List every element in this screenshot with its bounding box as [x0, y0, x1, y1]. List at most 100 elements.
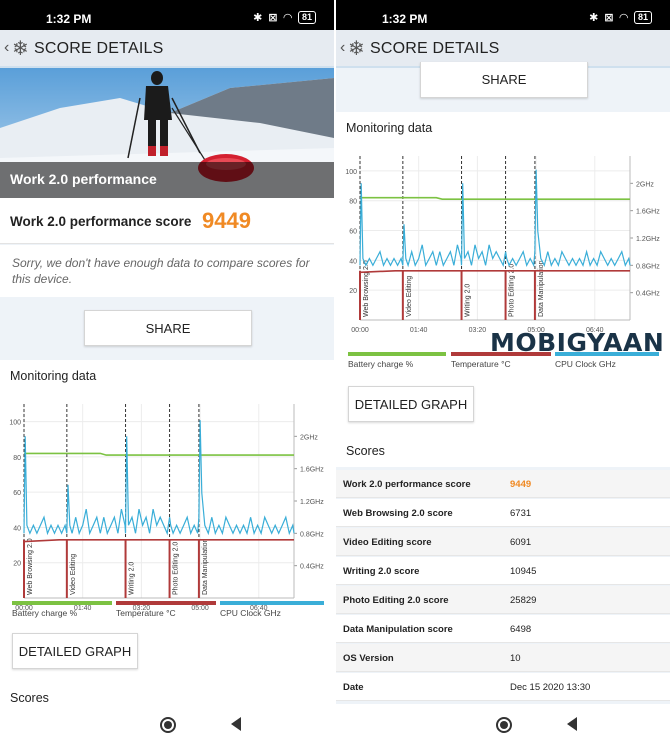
- comparison-notice: Sorry, we don't have enough data to comp…: [0, 245, 334, 297]
- score-row-label: Photo Editing 2.0 score: [343, 595, 449, 606]
- y-left-tick-label: 80: [13, 455, 21, 462]
- y-right-tick-label: 0.4GHz: [636, 291, 660, 298]
- y-left-tick-label: 100: [9, 420, 21, 427]
- comparison-notice-text: Sorry, we don't have enough data to comp…: [12, 256, 310, 286]
- series-line-battery: [360, 196, 630, 201]
- hero-banner: Work 2.0 performance: [0, 162, 334, 198]
- y-left-tick-label: 20: [13, 561, 21, 568]
- score-row-value: 10: [510, 653, 521, 664]
- detailed-graph-button[interactable]: DETAILED GRAPH: [12, 633, 138, 669]
- legend-battery-swatch: [12, 601, 112, 605]
- series-line-battery: [24, 452, 294, 456]
- score-row: Work 2.0 performance score 9449: [336, 470, 670, 498]
- back-icon[interactable]: [567, 717, 577, 731]
- score-row-value: 6498: [510, 624, 532, 635]
- share-button-label: SHARE: [145, 321, 191, 336]
- score-row-value: 9449: [510, 479, 532, 490]
- 3dmark-snowflake-icon[interactable]: ❄: [12, 36, 29, 61]
- share-button[interactable]: SHARE: [84, 310, 252, 346]
- monitoring-title: Monitoring data: [10, 369, 97, 383]
- battery-icon: 81: [297, 11, 316, 24]
- right-screen: 1:32 PM ✱ ⊠ ◠ 81 ‹ ❄ SCORE DETAILS SHARE…: [336, 0, 670, 744]
- score-row-value: 6731: [510, 508, 532, 519]
- legend-battery-swatch: [348, 352, 446, 356]
- app-bar: ‹ ❄ SCORE DETAILS: [0, 30, 334, 68]
- 3dmark-snowflake-icon[interactable]: ❄: [348, 36, 365, 61]
- back-chevron-icon[interactable]: ‹: [4, 39, 9, 57]
- back-chevron-icon[interactable]: ‹: [340, 39, 345, 57]
- page-title: SCORE DETAILS: [34, 40, 164, 57]
- score-row-label: Data Manipulation score: [343, 624, 453, 635]
- monitoring-title: Monitoring data: [346, 121, 433, 135]
- legend-temperature-label: Temperature °C: [116, 608, 176, 618]
- score-row-label: OS Version: [343, 653, 394, 664]
- mute-icon: ⊠: [268, 12, 278, 24]
- series-line-cpu: [23, 420, 295, 536]
- status-icons: ✱ ⊠ ◠ 81: [589, 11, 652, 24]
- status-bar: 1:32 PM ✱ ⊠ ◠ 81: [0, 0, 334, 30]
- hero-banner-title: Work 2.0 performance: [10, 171, 157, 187]
- score-row: Data Manipulation score 6498: [336, 615, 670, 643]
- score-row: Web Browsing 2.0 score 6731: [336, 499, 670, 527]
- back-icon[interactable]: [231, 717, 241, 731]
- scores-heading: Scores: [10, 691, 49, 705]
- watermark-logo: MOBIGYAAN: [490, 328, 665, 357]
- x-tick-label: 00:00: [351, 327, 369, 334]
- monitoring-card: Monitoring data 20 40 60 80 100 00:00 01:40 03:…: [0, 360, 334, 705]
- score-row-value: 6091: [510, 537, 532, 548]
- series-line-cpu: [359, 169, 631, 268]
- detailed-graph-label: DETAILED GRAPH: [354, 397, 468, 412]
- segment-label: Video Editing: [70, 554, 77, 595]
- y-left-tick-label: 40: [13, 525, 21, 532]
- legend-temperature-label: Temperature °C: [451, 359, 511, 369]
- status-time: 1:32 PM: [382, 12, 428, 26]
- bluetooth-icon: ✱: [253, 12, 263, 24]
- left-screen: 1:32 PM ✱ ⊠ ◠ 81 ‹ ❄ SCORE DETAILS Work …: [0, 0, 334, 744]
- system-nav-bar: [336, 704, 670, 744]
- segment-label: Photo Editing 2.0: [173, 542, 180, 595]
- y-left-tick-label: 80: [349, 199, 357, 206]
- monitoring-chart: 2040608010000:00 01:40 03:20 05:00 06:400.4G…: [9, 404, 324, 612]
- y-right-tick-label: 2GHz: [636, 181, 654, 188]
- legend-battery-label: Battery charge %: [348, 359, 414, 369]
- segment-label: Web Browsing 2.0: [363, 260, 370, 317]
- detailed-graph-button[interactable]: DETAILED GRAPH: [348, 386, 474, 422]
- x-tick-label: 01:40: [410, 327, 428, 334]
- score-row-value: 10945: [510, 566, 537, 577]
- legend-cpu-label: CPU Clock GHz: [220, 608, 281, 618]
- wifi-icon: ◠: [283, 12, 292, 24]
- score-row-label: Writing 2.0 score: [343, 566, 420, 577]
- series-line-temperature: [23, 539, 294, 543]
- y-left-tick-label: 60: [13, 490, 21, 497]
- score-label: Work 2.0 performance score: [10, 214, 192, 229]
- hero-image: Work 2.0 performance: [0, 68, 334, 198]
- y-right-tick-label: 1.6GHz: [300, 467, 324, 474]
- legend-temperature-swatch: [116, 601, 216, 605]
- y-right-tick-label: 1.2GHz: [300, 499, 324, 506]
- system-nav-bar: [0, 704, 334, 744]
- scores-header-card: Scores: [336, 437, 670, 467]
- home-icon[interactable]: [496, 717, 512, 733]
- home-icon[interactable]: [160, 717, 176, 733]
- mute-icon: ⊠: [604, 12, 614, 24]
- score-value: 9449: [202, 208, 251, 233]
- battery-icon: 81: [633, 11, 652, 24]
- score-row-label: Web Browsing 2.0 score: [343, 508, 453, 519]
- y-left-tick-label: 100: [345, 169, 357, 176]
- x-tick-label: 05:00: [191, 605, 209, 612]
- score-card: Work 2.0 performance score 9449: [0, 198, 334, 244]
- score-row-value: 25829: [510, 595, 537, 606]
- scores-heading: Scores: [346, 444, 385, 458]
- status-time: 1:32 PM: [46, 12, 92, 26]
- y-right-tick-label: 0.4GHz: [300, 564, 324, 571]
- y-right-tick-label: 1.2GHz: [636, 236, 660, 243]
- share-button[interactable]: SHARE: [420, 62, 588, 98]
- status-icons: ✱ ⊠ ◠ 81: [253, 11, 316, 24]
- status-bar: 1:32 PM ✱ ⊠ ◠ 81: [336, 0, 670, 30]
- segment-label: Writing 2.0: [465, 284, 472, 317]
- legend-cpu-label: CPU Clock GHz: [555, 359, 616, 369]
- segment-label: Data Manipulation: [202, 538, 209, 595]
- x-tick-label: 03:20: [469, 327, 487, 334]
- monitoring-card: Monitoring data 20 40 60 80 100 00:00 01:40 03:…: [336, 112, 670, 437]
- legend-battery-label: Battery charge %: [12, 608, 78, 618]
